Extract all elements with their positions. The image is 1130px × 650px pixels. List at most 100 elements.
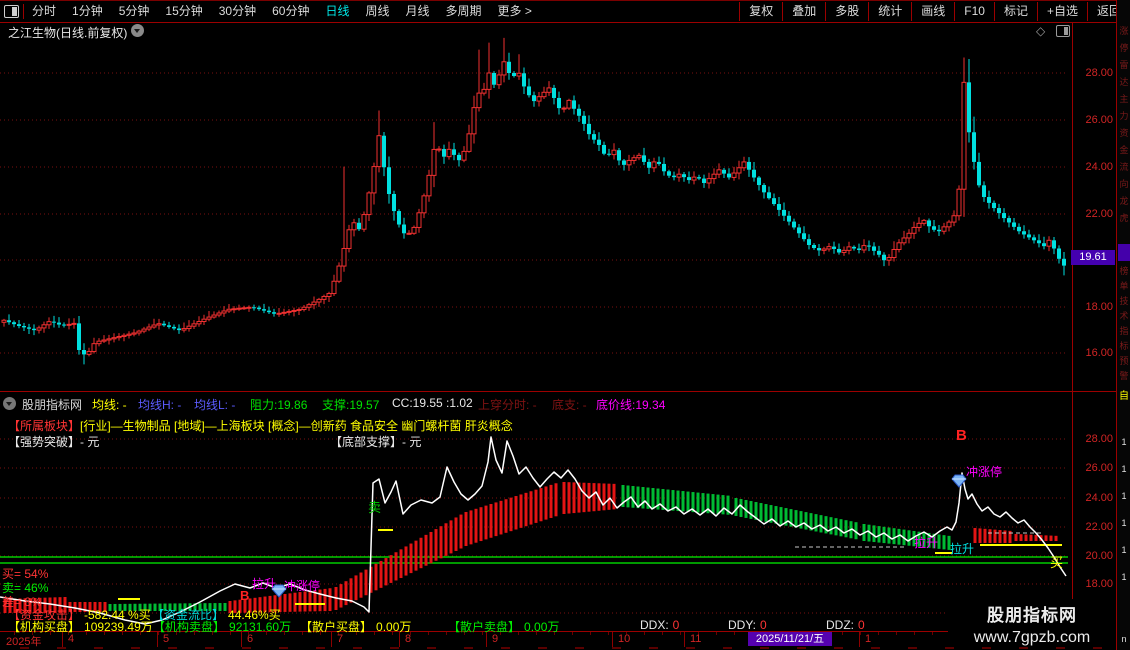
timeline-minor-tick [572, 632, 573, 635]
sidebar-strip-item: 预 [1119, 356, 1129, 366]
clipped-mark [908, 647, 917, 649]
sidebar-strip-item: 标 [1119, 341, 1129, 351]
main-axis-label: 24.00 [1085, 161, 1113, 173]
candles [1, 37, 1066, 365]
indicator-axis-label: 24.00 [1085, 492, 1113, 504]
last-price-tag: 19.61 [1071, 250, 1115, 265]
fund-item: 【散户卖盘】 0.00万 [448, 618, 559, 635]
fund-label: DDX: [640, 618, 669, 632]
sidebar-strip-item: 停 [1119, 43, 1129, 53]
support-lines [0, 556, 1068, 564]
timeline-minor-tick [860, 632, 861, 635]
clipped-mark [242, 647, 251, 649]
signal-marker: 买 [1050, 555, 1064, 570]
board-label: 【所属板块】 [8, 419, 81, 433]
indicator-header-item: 底支: - [552, 398, 587, 412]
sidebar-self-select: 自 [1119, 391, 1129, 402]
clipped-mark [538, 647, 547, 649]
timeline-tick [859, 632, 860, 647]
fund-label: 【机构买盘】 [8, 620, 81, 634]
clipped-mark [760, 647, 769, 649]
watermark: 股朋指标网 www.7gpzb.com [948, 599, 1116, 646]
indicator-header-item: CC:19.55 :1.02 [392, 396, 473, 410]
sidebar-strip-item: 虎 [1119, 213, 1129, 223]
signal-marker: 卖 [368, 500, 382, 515]
clipped-mark [353, 647, 362, 649]
timeline-minor-tick [644, 632, 645, 635]
sidebar-strip-item: 向 [1119, 179, 1129, 189]
indicator-header-item: 上穿分时: - [478, 398, 537, 412]
sidebar-strip-item: 主 [1119, 94, 1129, 104]
indicator-band [3, 482, 1058, 613]
clipped-mark [649, 647, 658, 649]
sidebar-strip-item: 技 [1119, 296, 1129, 306]
fund-value: 0.00万 [376, 620, 412, 634]
signal-marker: 拉升 [914, 536, 939, 550]
main-axis-label: 28.00 [1085, 67, 1113, 79]
main-axis-label: 18.00 [1085, 301, 1113, 313]
timeline-minor-tick [446, 632, 447, 635]
fund-value: 0.00万 [524, 620, 560, 634]
clipped-mark [94, 647, 103, 649]
indicator-header-item: 股朋指标网 [22, 398, 83, 412]
signal-marker: 冲涨停 [284, 579, 321, 593]
timeline-tick [612, 632, 613, 647]
clipped-mark [834, 647, 843, 649]
indicator-axis-label: 22.00 [1085, 521, 1113, 533]
timeline-minor-tick [932, 632, 933, 635]
timeline-minor-tick [914, 632, 915, 635]
main-axis-label: 26.00 [1085, 114, 1113, 126]
main-axis-label: 16.00 [1085, 347, 1113, 359]
watermark-url: www.7gpzb.com [973, 629, 1091, 646]
timeline-month: 11 [690, 633, 702, 645]
clipped-mark [390, 647, 399, 649]
clipped-mark [871, 647, 880, 649]
right-sidebar-strip[interactable]: 涨停雷达主力资金流向龙虎榜单技术指标预警自 1 1 1 1 1 1 n [1116, 0, 1130, 650]
indicator-header-item: 均线: - [92, 398, 127, 412]
indicator-header-item: 均线H: - [138, 398, 182, 412]
sidebar-strip-item: 力 [1119, 111, 1129, 121]
fund-label: 【机构卖盘】 [153, 620, 226, 634]
clipped-mark [797, 647, 806, 649]
timeline-minor-tick [896, 632, 897, 635]
sidebar-strip-item: 雷 [1119, 60, 1129, 70]
signal-marker: B [956, 427, 967, 444]
main-axis-label: 22.00 [1085, 208, 1113, 220]
indicator-header-item: 均线L: - [194, 398, 236, 412]
signal-marker: 冲涨停 [966, 465, 1003, 479]
sidebar-strip-item: 流 [1119, 162, 1129, 172]
sidebar-strip-item: 龙 [1119, 196, 1129, 206]
sidebar-count: 1 [1121, 437, 1127, 447]
timeline-minor-tick [680, 632, 681, 635]
indicator-header: 股朋指标网 均线: - 均线H: - 均线L: - 阻力:19.86 支撑:19.57 CC… [0, 396, 1070, 412]
signal-marker: 拉升 [950, 542, 975, 556]
timeline-date-box: 2025/11/21/五 [748, 632, 832, 646]
indicator-axis-label: 18.00 [1085, 578, 1113, 590]
breakout-label: 【强势突破】- 元 [8, 435, 100, 449]
timeline-minor-tick [716, 632, 717, 635]
timeline-minor-tick [608, 632, 609, 635]
clipped-mark [427, 647, 436, 649]
indicator-axis-label: 28.00 [1085, 433, 1113, 445]
clipped-mark [57, 647, 66, 649]
fund-value: 0 [760, 618, 767, 632]
sidebar-strip-item: 资 [1119, 128, 1129, 138]
timeline-minor-tick [734, 632, 735, 635]
clipped-mark [982, 647, 991, 649]
clipped-mark [205, 647, 214, 649]
sidebar-bottom-char: n [1121, 634, 1127, 644]
sidebar-strip-item: 单 [1119, 281, 1129, 291]
bottom-support-label: 【底部支撑】- 元 [330, 435, 422, 449]
fund-value: 0 [858, 618, 865, 632]
clipped-mark [945, 647, 954, 649]
signal-marker: B [240, 588, 250, 603]
diamond-signal-icon [271, 584, 287, 598]
fund-label: 【散户买盘】 [300, 620, 373, 634]
fund-item: DDY: 0 [728, 618, 767, 632]
clipped-mark [612, 647, 621, 649]
sidebar-strip-item: 涨 [1119, 26, 1129, 36]
indicator-white-line [0, 436, 1067, 625]
sidebar-count: 1 [1121, 464, 1127, 474]
clipped-mark [723, 647, 732, 649]
sidebar-strip-item: 金 [1119, 145, 1129, 155]
